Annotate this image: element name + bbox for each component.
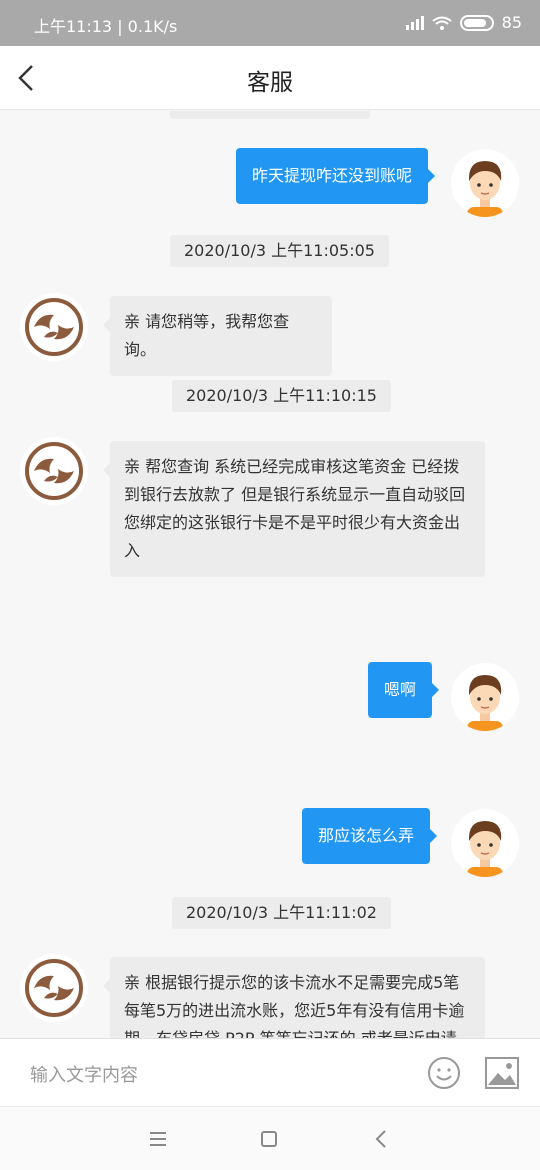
status-bar: 上午11:13 | 0.1K/s 85 xyxy=(0,0,540,46)
chat-list[interactable]: 昨天提现咋还没到账呢 2020/10/3 上午11:05:05 亲 请您稍等，我… xyxy=(0,111,540,1038)
message-outgoing[interactable]: 嗯啊 xyxy=(368,662,440,718)
page-title: 客服 xyxy=(247,70,293,96)
app-header: 客服 xyxy=(0,46,540,110)
user-avatar[interactable] xyxy=(451,663,519,731)
service-avatar[interactable] xyxy=(20,954,88,1022)
emoji-icon[interactable] xyxy=(427,1056,461,1090)
user-avatar[interactable] xyxy=(451,149,519,217)
message-incoming[interactable]: 亲 帮您查询 系统已经完成审核这笔资金 已经拨到银行去放款了 但是银行系统显示一… xyxy=(103,441,485,577)
status-icons: 85 xyxy=(405,13,522,32)
message-input[interactable]: 输入文字内容 xyxy=(30,1061,138,1087)
service-avatar[interactable] xyxy=(20,293,88,361)
user-avatar[interactable] xyxy=(451,809,519,877)
message-outgoing[interactable]: 那应该怎么弄 xyxy=(302,808,438,864)
timestamp: 2020/10/3 上午11:11:02 xyxy=(172,897,391,929)
back-icon[interactable] xyxy=(370,1127,394,1151)
message-outgoing[interactable]: 昨天提现咋还没到账呢 xyxy=(236,148,436,204)
system-nav-bar xyxy=(0,1106,540,1170)
image-icon[interactable] xyxy=(485,1057,519,1089)
wifi-icon xyxy=(432,16,452,30)
message-incoming[interactable]: 亲 根据银行提示您的该卡流水不足需要完成5笔每笔5万的进出流水账，您近5年有没有… xyxy=(103,957,485,1038)
signal-icon xyxy=(405,15,424,30)
service-avatar[interactable] xyxy=(20,437,88,505)
battery-level: 85 xyxy=(501,13,522,32)
battery-icon xyxy=(459,14,494,31)
timestamp: 2020/10/3 上午11:05:05 xyxy=(170,235,389,267)
message-input-bar: 输入文字内容 xyxy=(0,1038,540,1106)
home-icon[interactable] xyxy=(257,1127,281,1151)
timestamp: 2020/10/3 上午11:10:15 xyxy=(172,380,391,412)
message-incoming[interactable]: 亲 请您稍等，我帮您查询。 xyxy=(103,296,332,376)
timestamp-stub xyxy=(170,111,370,119)
status-time: 上午11:13 | 0.1K/s xyxy=(34,17,178,36)
menu-icon[interactable] xyxy=(146,1127,170,1151)
